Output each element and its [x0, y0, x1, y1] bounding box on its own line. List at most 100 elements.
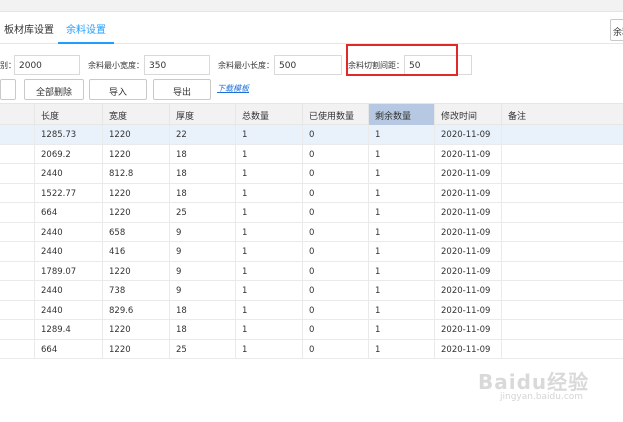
baidu-watermark: Baidu经验 jingyan.baidu.com	[478, 366, 590, 402]
cell-modified-time: 2020-11-09	[434, 164, 501, 183]
remnant-button[interactable]: 余料	[610, 19, 623, 41]
cell-remaining-qty: 1	[368, 164, 434, 183]
cell-thickness: 18	[169, 300, 235, 320]
cell-remaining-qty: 1	[368, 183, 434, 203]
cell-total-qty: 1	[235, 125, 302, 144]
col-thickness[interactable]: 厚度	[169, 104, 235, 126]
cell-total-qty: 1	[235, 203, 302, 222]
cell-width: 416	[102, 242, 169, 261]
cell-used-qty: 0	[302, 320, 368, 339]
table-row[interactable]: 2440 416 9 1 0 1 2020-11-09	[0, 242, 623, 262]
table-row[interactable]: 2440 658 9 1 0 1 2020-11-09	[0, 222, 623, 242]
cell-thickness: 22	[169, 125, 235, 144]
cell-used-qty: 0	[302, 281, 368, 300]
cell-used-qty: 0	[302, 300, 368, 320]
cell-remaining-qty: 1	[368, 125, 434, 144]
cell-modified-time: 2020-11-09	[434, 222, 501, 242]
cell-width: 658	[102, 222, 169, 242]
cell-width: 829.6	[102, 300, 169, 320]
cell-length: 2069.2	[34, 144, 102, 164]
cell-notes	[501, 144, 623, 164]
cell-remaining-qty: 1	[368, 320, 434, 339]
col-total-qty[interactable]: 总数量	[235, 104, 302, 126]
cell-total-qty: 1	[235, 164, 302, 183]
cell-used-qty: 0	[302, 183, 368, 203]
table-row[interactable]: 1522.77 1220 18 1 0 1 2020-11-09	[0, 183, 623, 203]
cell-used-qty: 0	[302, 261, 368, 281]
download-template-link[interactable]: 下载模板	[217, 83, 249, 94]
tab-sheet-library[interactable]: 板材库设置	[4, 21, 54, 36]
cell-thickness: 9	[169, 222, 235, 242]
cell-length: 664	[34, 339, 102, 359]
import-button[interactable]: 导入	[89, 79, 147, 100]
table-row[interactable]: 1789.07 1220 9 1 0 1 2020-11-09	[0, 261, 623, 281]
cell-remaining-qty: 1	[368, 261, 434, 281]
min-length-input[interactable]: 500	[274, 55, 342, 75]
cell-width: 1220	[102, 320, 169, 339]
min-length-label: 余料最小长度：	[218, 61, 274, 70]
cell-width: 1220	[102, 261, 169, 281]
cell-thickness: 18	[169, 320, 235, 339]
col-notes[interactable]: 备注	[501, 104, 623, 126]
cell-total-qty: 1	[235, 320, 302, 339]
col-remaining-qty[interactable]: 剩余数量	[368, 104, 434, 126]
cell-modified-time: 2020-11-09	[434, 242, 501, 261]
cell-notes	[501, 125, 623, 144]
cell-thickness: 9	[169, 242, 235, 261]
cell-notes	[501, 300, 623, 320]
cell-length: 664	[34, 203, 102, 222]
cell-total-qty: 1	[235, 281, 302, 300]
table-row[interactable]: 664 1220 25 1 0 1 2020-11-09	[0, 339, 623, 359]
cell-used-qty: 0	[302, 203, 368, 222]
table-row[interactable]: 2440 812.8 18 1 0 1 2020-11-09	[0, 164, 623, 184]
export-button[interactable]: 导出	[153, 79, 211, 100]
cell-thickness: 18	[169, 183, 235, 203]
col-used-qty[interactable]: 已使用数量	[302, 104, 368, 126]
cell-modified-time: 2020-11-09	[434, 261, 501, 281]
table-row[interactable]: 1289.4 1220 18 1 0 1 2020-11-09	[0, 320, 623, 340]
cell-modified-time: 2020-11-09	[434, 125, 501, 144]
cell-modified-time: 2020-11-09	[434, 300, 501, 320]
cell-thickness: 18	[169, 164, 235, 183]
left-edge-button[interactable]	[0, 79, 16, 100]
cell-modified-time: 2020-11-09	[434, 339, 501, 359]
col-width[interactable]: 宽度	[102, 104, 169, 126]
cell-remaining-qty: 1	[368, 203, 434, 222]
top-strip	[0, 0, 623, 12]
cell-total-qty: 1	[235, 261, 302, 281]
cell-remaining-qty: 1	[368, 144, 434, 164]
cell-notes	[501, 339, 623, 359]
cell-width: 738	[102, 281, 169, 300]
delete-all-button[interactable]: 全部删除	[24, 79, 84, 100]
cell-used-qty: 0	[302, 144, 368, 164]
cell-remaining-qty: 1	[368, 222, 434, 242]
tab-bar: 板材库设置 余料设置	[0, 12, 623, 44]
cell-notes	[501, 281, 623, 300]
cell-used-qty: 0	[302, 125, 368, 144]
cell-modified-time: 2020-11-09	[434, 203, 501, 222]
cell-width: 1220	[102, 183, 169, 203]
cell-width: 1220	[102, 144, 169, 164]
min-width-input[interactable]: 350	[144, 55, 210, 75]
watermark-main: Baidu经验	[478, 370, 590, 394]
col-modified-time[interactable]: 修改时间	[434, 104, 501, 126]
tab-remnant-settings[interactable]: 余料设置	[66, 21, 106, 36]
cell-length: 1522.77	[34, 183, 102, 203]
table-row[interactable]: 2440 829.6 18 1 0 1 2020-11-09	[0, 300, 623, 320]
cell-notes	[501, 222, 623, 242]
cell-total-qty: 1	[235, 339, 302, 359]
table-row[interactable]: 2440 738 9 1 0 1 2020-11-09	[0, 281, 623, 301]
active-tab-indicator	[58, 42, 114, 44]
table-row[interactable]: 2069.2 1220 18 1 0 1 2020-11-09	[0, 144, 623, 164]
setting-input-1[interactable]: 2000	[14, 55, 80, 75]
col-length[interactable]: 长度	[34, 104, 102, 126]
cell-total-qty: 1	[235, 222, 302, 242]
table-row[interactable]: 1285.73 1220 22 1 0 1 2020-11-09	[0, 125, 623, 145]
cell-notes	[501, 183, 623, 203]
cell-notes	[501, 242, 623, 261]
watermark-sub: jingyan.baidu.com	[500, 392, 584, 402]
table-header: 长度 宽度 厚度 总数量 已使用数量 剩余数量 修改时间 备注	[0, 103, 623, 126]
table-row[interactable]: 664 1220 25 1 0 1 2020-11-09	[0, 203, 623, 223]
cell-thickness: 9	[169, 281, 235, 300]
cell-length: 2440	[34, 222, 102, 242]
